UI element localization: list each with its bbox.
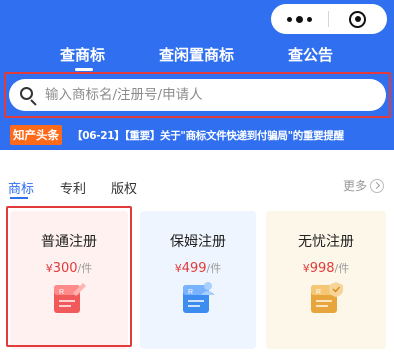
target-circle-icon[interactable] bbox=[329, 4, 386, 34]
price-value: 998 bbox=[309, 261, 335, 276]
card-price: ¥499/件 bbox=[140, 257, 256, 276]
active-tab-indicator bbox=[75, 68, 93, 71]
news-headline[interactable]: 【06-21】【重要】关于"商标文件快递到付骗局"的重要提醒 bbox=[72, 128, 344, 143]
price-value: 499 bbox=[181, 261, 207, 276]
news-badge: 知产头条 bbox=[10, 125, 62, 145]
mini-program-capsule bbox=[271, 4, 387, 34]
service-card-worry-free[interactable]: 无忧注册 ¥998/件 R bbox=[266, 211, 386, 349]
price-unit: /件 bbox=[206, 262, 222, 275]
tab-idle-trademark[interactable]: 查闲置商标 bbox=[159, 44, 234, 65]
document-person-icon: R bbox=[183, 282, 215, 313]
category-tab-trademark[interactable]: 商标 bbox=[8, 178, 34, 197]
svg-text:R: R bbox=[316, 289, 321, 296]
card-title: 无忧注册 bbox=[298, 234, 354, 250]
price-currency: ¥ bbox=[302, 262, 310, 275]
search-input[interactable] bbox=[45, 87, 365, 103]
document-shield-icon: R bbox=[311, 282, 343, 313]
card-title: 保姆注册 bbox=[170, 234, 226, 250]
price-unit: /件 bbox=[334, 262, 350, 275]
card-highlight-outline bbox=[6, 206, 132, 347]
news-ticker[interactable]: 知产头条 【06-21】【重要】关于"商标文件快递到付骗局"的重要提醒 bbox=[10, 125, 344, 145]
category-tab-patent[interactable]: 专利 bbox=[60, 178, 86, 197]
more-label: 更多 bbox=[343, 179, 368, 193]
search-bar[interactable] bbox=[9, 79, 386, 111]
category-tab-copyright[interactable]: 版权 bbox=[111, 178, 137, 197]
svg-text:R: R bbox=[188, 289, 193, 296]
more-dots-icon[interactable] bbox=[271, 4, 328, 34]
price-currency: ¥ bbox=[174, 262, 182, 275]
tab-search-trademark[interactable]: 查商标 bbox=[60, 44, 105, 65]
service-card-nanny[interactable]: 保姆注册 ¥499/件 R bbox=[140, 211, 256, 349]
tab-announcement[interactable]: 查公告 bbox=[288, 44, 333, 65]
more-link[interactable]: 更多 bbox=[343, 177, 385, 194]
category-active-indicator bbox=[10, 197, 28, 199]
search-icon bbox=[15, 79, 45, 111]
card-price: ¥998/件 bbox=[266, 257, 386, 276]
chevron-right-icon bbox=[370, 178, 385, 193]
